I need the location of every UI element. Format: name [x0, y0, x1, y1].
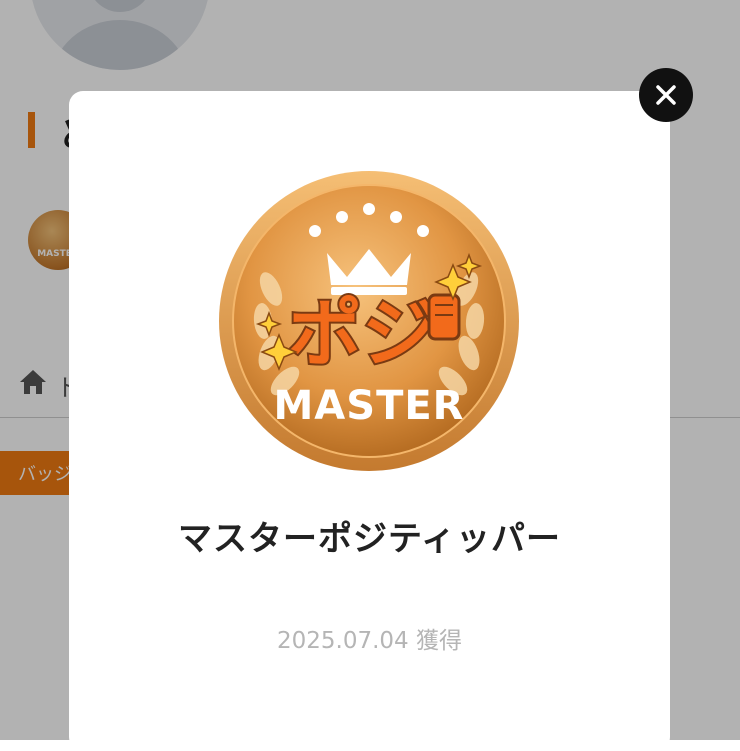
badge-name: マスターポジティッパー — [178, 519, 561, 559]
medal-icon: ポジ MASTER — [219, 171, 519, 471]
badge-detail-modal: ポジ MASTER マスターポジティッパー 2025.07.04 獲得 — [69, 91, 670, 751]
close-icon — [656, 85, 676, 105]
medal-master-text: MASTER — [274, 383, 465, 429]
medal-brand-text: ポジ — [288, 291, 436, 377]
close-button[interactable] — [639, 68, 693, 122]
fist-icon — [427, 293, 461, 341]
acquired-date: 2025.07.04 獲得 — [277, 628, 462, 654]
